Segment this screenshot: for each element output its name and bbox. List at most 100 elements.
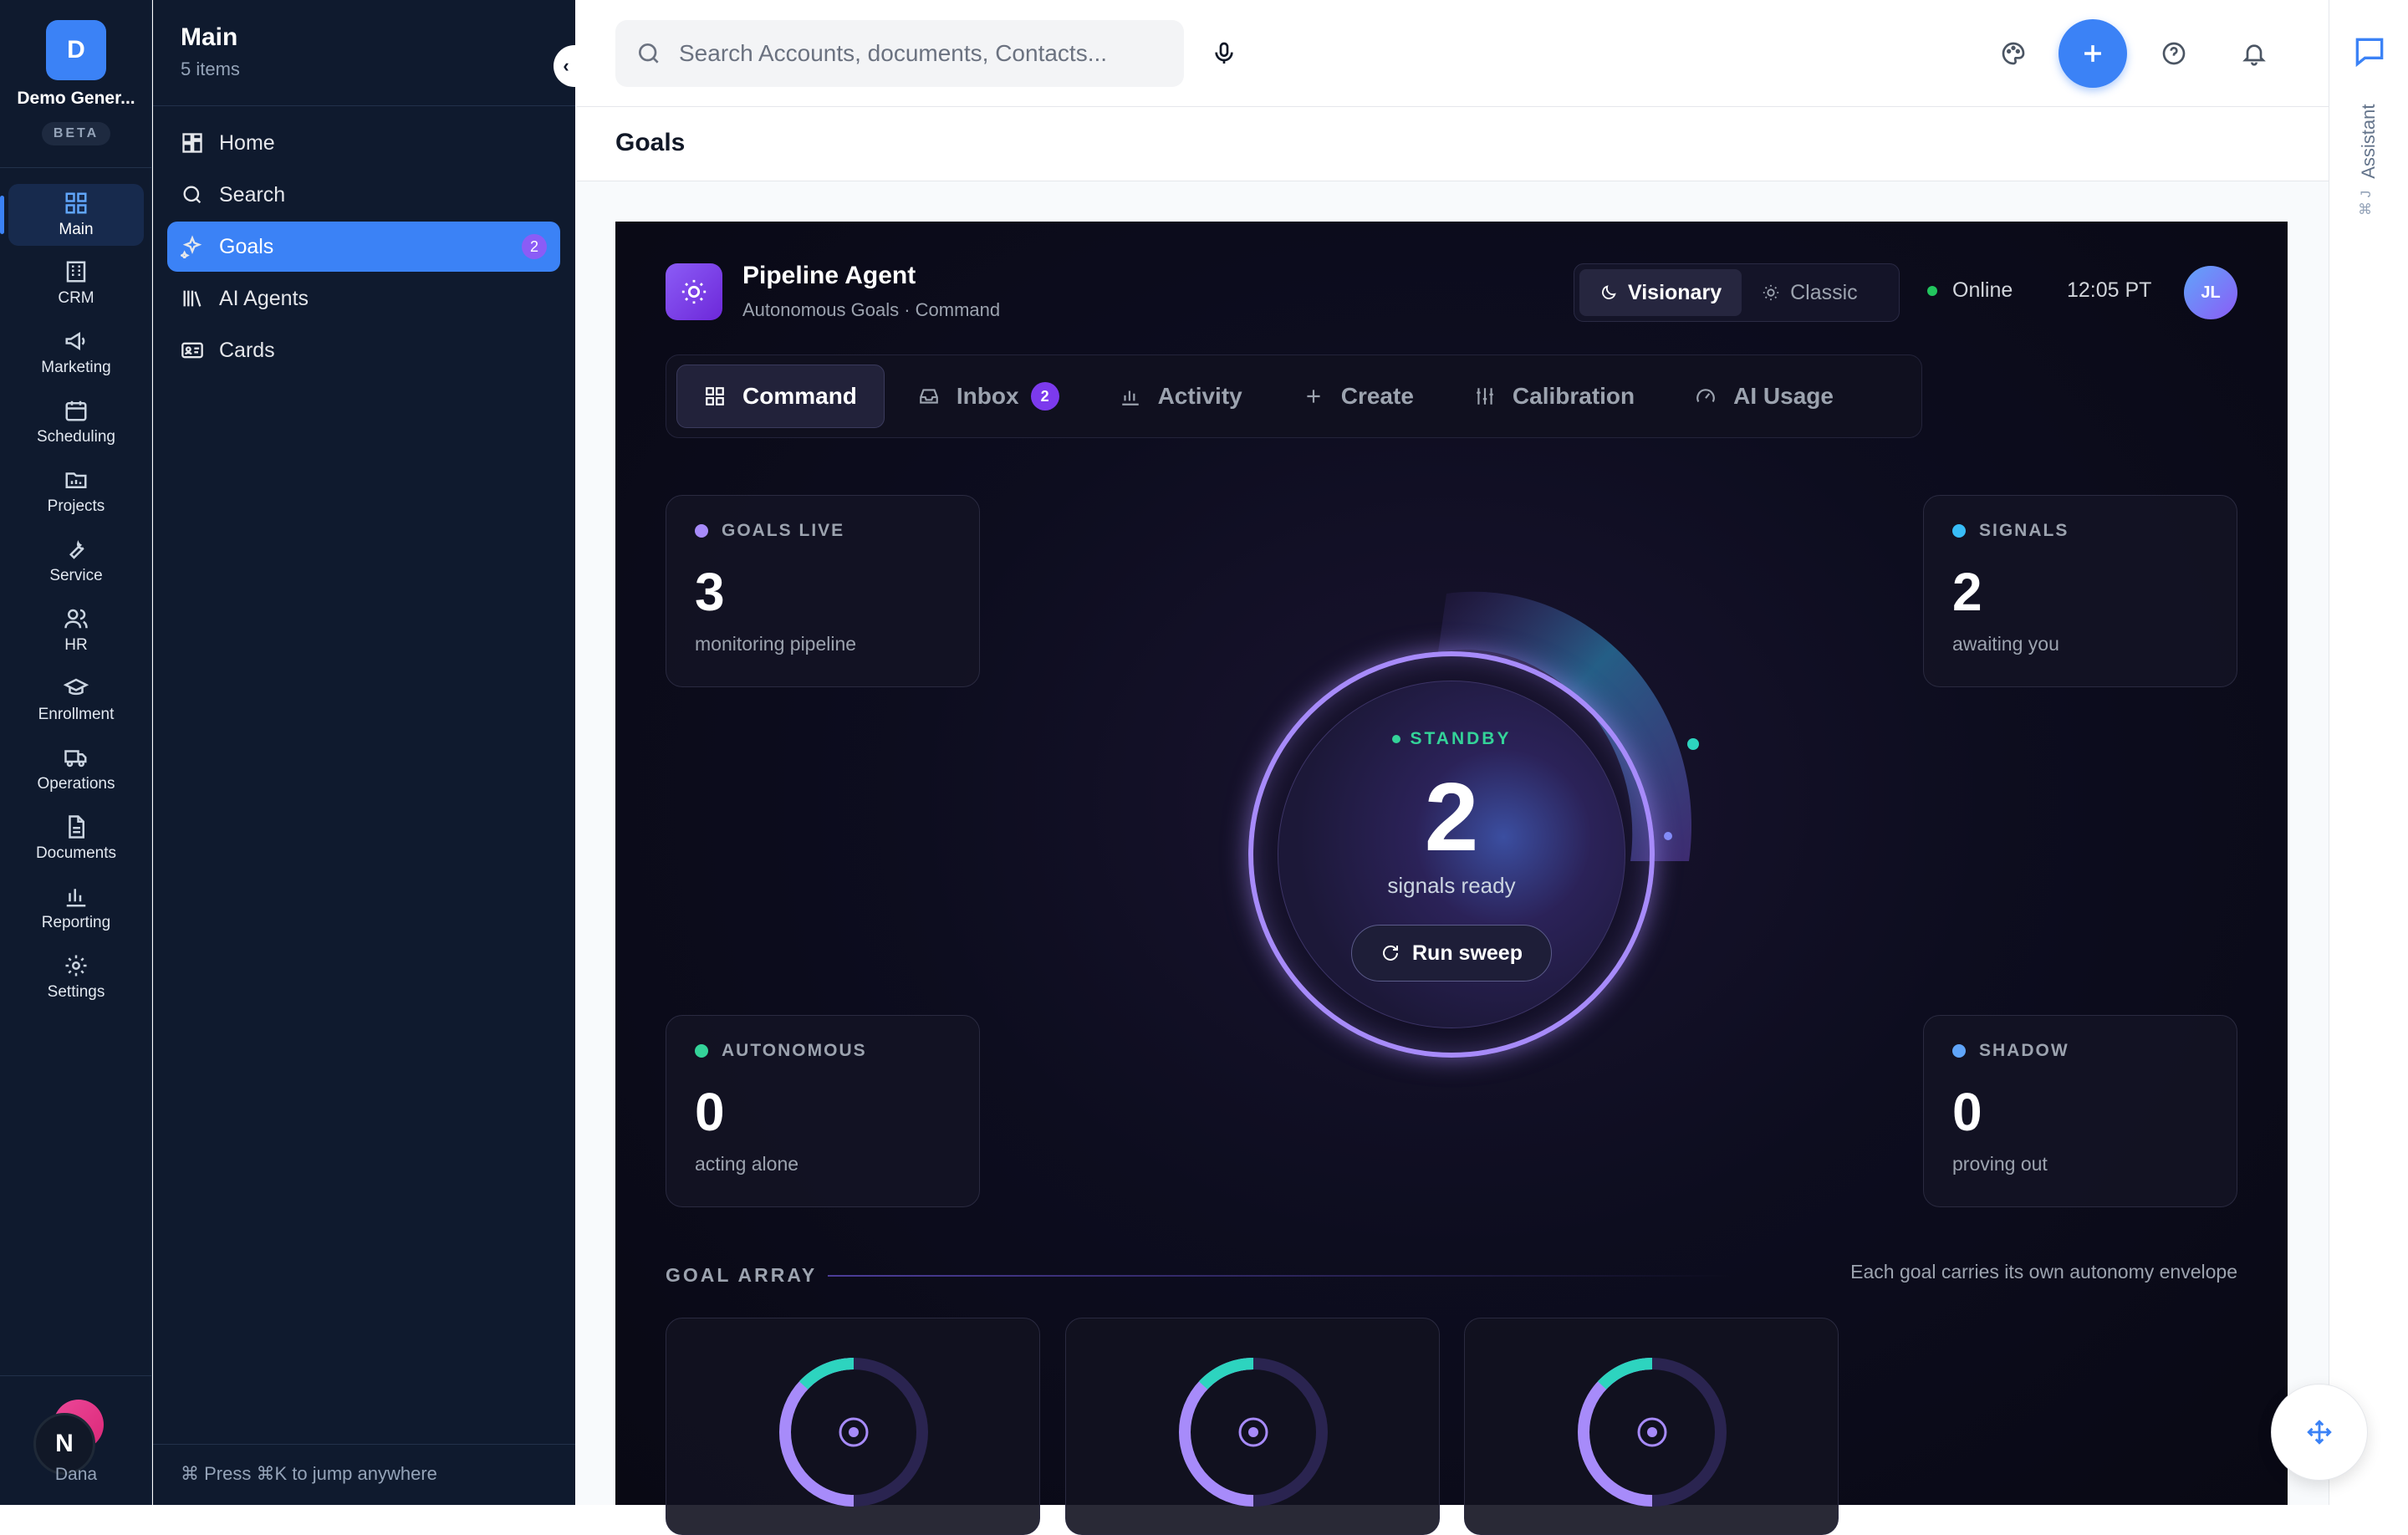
rail-item-label: Projects xyxy=(47,497,105,515)
rail-divider xyxy=(0,167,152,168)
drag-move-button[interactable] xyxy=(2271,1384,2368,1481)
status-dot xyxy=(695,524,708,538)
microphone-icon xyxy=(1215,42,1233,64)
org-name[interactable]: Demo Gener... xyxy=(5,89,147,109)
mode-visionary[interactable]: Visionary xyxy=(1579,269,1742,316)
status-text: Online xyxy=(1952,278,2013,302)
stat-caption: awaiting you xyxy=(1952,633,2059,655)
users-icon xyxy=(64,609,88,629)
rail-item-hr[interactable]: HR xyxy=(8,599,144,661)
nav-item-label: Goals xyxy=(219,234,274,258)
assistant-button[interactable] xyxy=(2351,33,2388,70)
stat-goals-live[interactable]: GOALS LIVE 3 monitoring pipeline xyxy=(666,495,980,687)
tab-create[interactable]: Create xyxy=(1276,365,1441,428)
panel-divider xyxy=(153,105,575,106)
assistant-label[interactable]: ⌘ J Assistant xyxy=(2358,105,2380,217)
tab-ai-usage[interactable]: AI Usage xyxy=(1668,365,1860,428)
stat-label: SHADOW xyxy=(1979,1041,2069,1060)
nav-item-home[interactable]: Home xyxy=(167,118,560,168)
console-tabs: Command Inbox 2 Activity Create Calibrat… xyxy=(666,354,1922,438)
voice-search-button[interactable] xyxy=(1204,33,1244,74)
tab-calibration[interactable]: Calibration xyxy=(1447,365,1661,428)
rail-item-label: CRM xyxy=(58,289,94,307)
tab-label: Command xyxy=(742,383,857,409)
nav-item-cards[interactable]: Cards xyxy=(167,325,560,375)
goal-card[interactable] xyxy=(1065,1318,1440,1535)
rail-item-reporting[interactable]: Reporting xyxy=(8,877,144,939)
rail-item-label: Marketing xyxy=(41,359,111,376)
view-mode-toggle: Visionary Classic xyxy=(1574,263,1900,322)
rail-item-enrollment[interactable]: Enrollment xyxy=(8,669,144,731)
stat-label-row: SIGNALS xyxy=(1952,521,2208,541)
goal-card[interactable] xyxy=(666,1318,1040,1535)
theme-button[interactable] xyxy=(1993,33,2033,74)
mode-classic[interactable]: Classic xyxy=(1742,269,1878,316)
tab-command[interactable]: Command xyxy=(676,365,885,428)
rail-item-marketing[interactable]: Marketing xyxy=(8,322,144,384)
tab-label: Create xyxy=(1340,383,1414,409)
goal-progress-ring xyxy=(1578,1357,1727,1507)
help-circle-icon xyxy=(2162,42,2186,65)
tab-inbox[interactable]: Inbox 2 xyxy=(891,365,1086,428)
nav-item-label: Search xyxy=(219,182,286,207)
stat-label-row: GOALS LIVE xyxy=(695,521,951,541)
rail-item-main[interactable]: Main xyxy=(0,184,144,246)
stat-label: AUTONOMOUS xyxy=(722,1041,867,1060)
assistant-shortcut: ⌘ J xyxy=(2358,190,2374,216)
rail-item-settings[interactable]: Settings xyxy=(8,946,144,1008)
rail-item-label: Settings xyxy=(47,983,105,1001)
stat-signals[interactable]: SIGNALS 2 awaiting you xyxy=(1923,495,2237,687)
nav-item-ai-agents[interactable]: AI Agents xyxy=(167,273,560,324)
search-icon xyxy=(639,43,659,64)
rail-item-label: HR xyxy=(64,636,88,654)
search-input[interactable] xyxy=(679,40,1147,67)
run-sweep-label: Run sweep xyxy=(1412,941,1523,965)
orb-status-text: STANDBY xyxy=(1410,729,1512,748)
palette-icon xyxy=(2002,42,2025,65)
status-dot xyxy=(1952,524,1966,538)
stat-label-row: SHADOW xyxy=(1952,1041,2208,1061)
panel-subtitle: 5 items xyxy=(181,59,240,79)
avatar[interactable]: JL xyxy=(2184,266,2237,319)
rail-item-projects[interactable]: Projects xyxy=(8,461,144,523)
rail-item-label: Documents xyxy=(35,844,117,862)
rail-item-label: Main xyxy=(59,221,94,238)
rail-item-crm[interactable]: CRM xyxy=(8,252,144,314)
sun-icon xyxy=(681,279,707,304)
stat-autonomous[interactable]: AUTONOMOUS 0 acting alone xyxy=(666,1015,980,1207)
orbit-dot xyxy=(1687,738,1699,750)
help-button[interactable] xyxy=(2154,33,2194,74)
stat-label: GOALS LIVE xyxy=(722,521,845,540)
tab-activity[interactable]: Activity xyxy=(1093,365,1269,428)
nav-item-goals[interactable]: Goals 2 xyxy=(167,222,560,272)
goal-progress-ring xyxy=(779,1357,928,1507)
grid-icon xyxy=(65,192,87,214)
bar-chart-icon xyxy=(1121,390,1139,405)
org-avatar[interactable]: D xyxy=(46,20,106,80)
agent-subtitle: Autonomous Goals · Command xyxy=(742,299,1001,320)
notifications-button[interactable] xyxy=(2234,33,2274,74)
goal-card[interactable] xyxy=(1464,1318,1839,1535)
orb-caption: signals ready xyxy=(1387,873,1516,898)
sparkles-icon xyxy=(181,235,202,258)
online-status: Online xyxy=(1927,278,2013,303)
stat-value: 0 xyxy=(695,1082,725,1142)
rail-item-label: Service xyxy=(49,567,103,584)
stat-shadow[interactable]: SHADOW 0 proving out xyxy=(1923,1015,2237,1207)
rail-item-documents[interactable]: Documents xyxy=(8,808,144,869)
tab-label: AI Usage xyxy=(1733,383,1834,409)
rail-item-service[interactable]: Service xyxy=(8,530,144,592)
inbox-icon xyxy=(920,389,938,404)
run-sweep-button[interactable]: Run sweep xyxy=(1351,925,1552,982)
wrench-icon xyxy=(69,539,84,559)
plus-icon xyxy=(2084,45,2101,62)
tab-label: Activity xyxy=(1157,383,1242,409)
goal-array-heading: GOAL ARRAY xyxy=(666,1264,818,1286)
rail-item-scheduling[interactable]: Scheduling xyxy=(8,391,144,453)
rail-item-operations[interactable]: Operations xyxy=(8,738,144,800)
create-new-button[interactable] xyxy=(2059,19,2127,88)
plus-icon xyxy=(1307,390,1320,403)
global-search[interactable] xyxy=(615,20,1184,87)
chat-bubble-icon xyxy=(2355,38,2384,68)
nav-item-search[interactable]: Search xyxy=(167,170,560,220)
